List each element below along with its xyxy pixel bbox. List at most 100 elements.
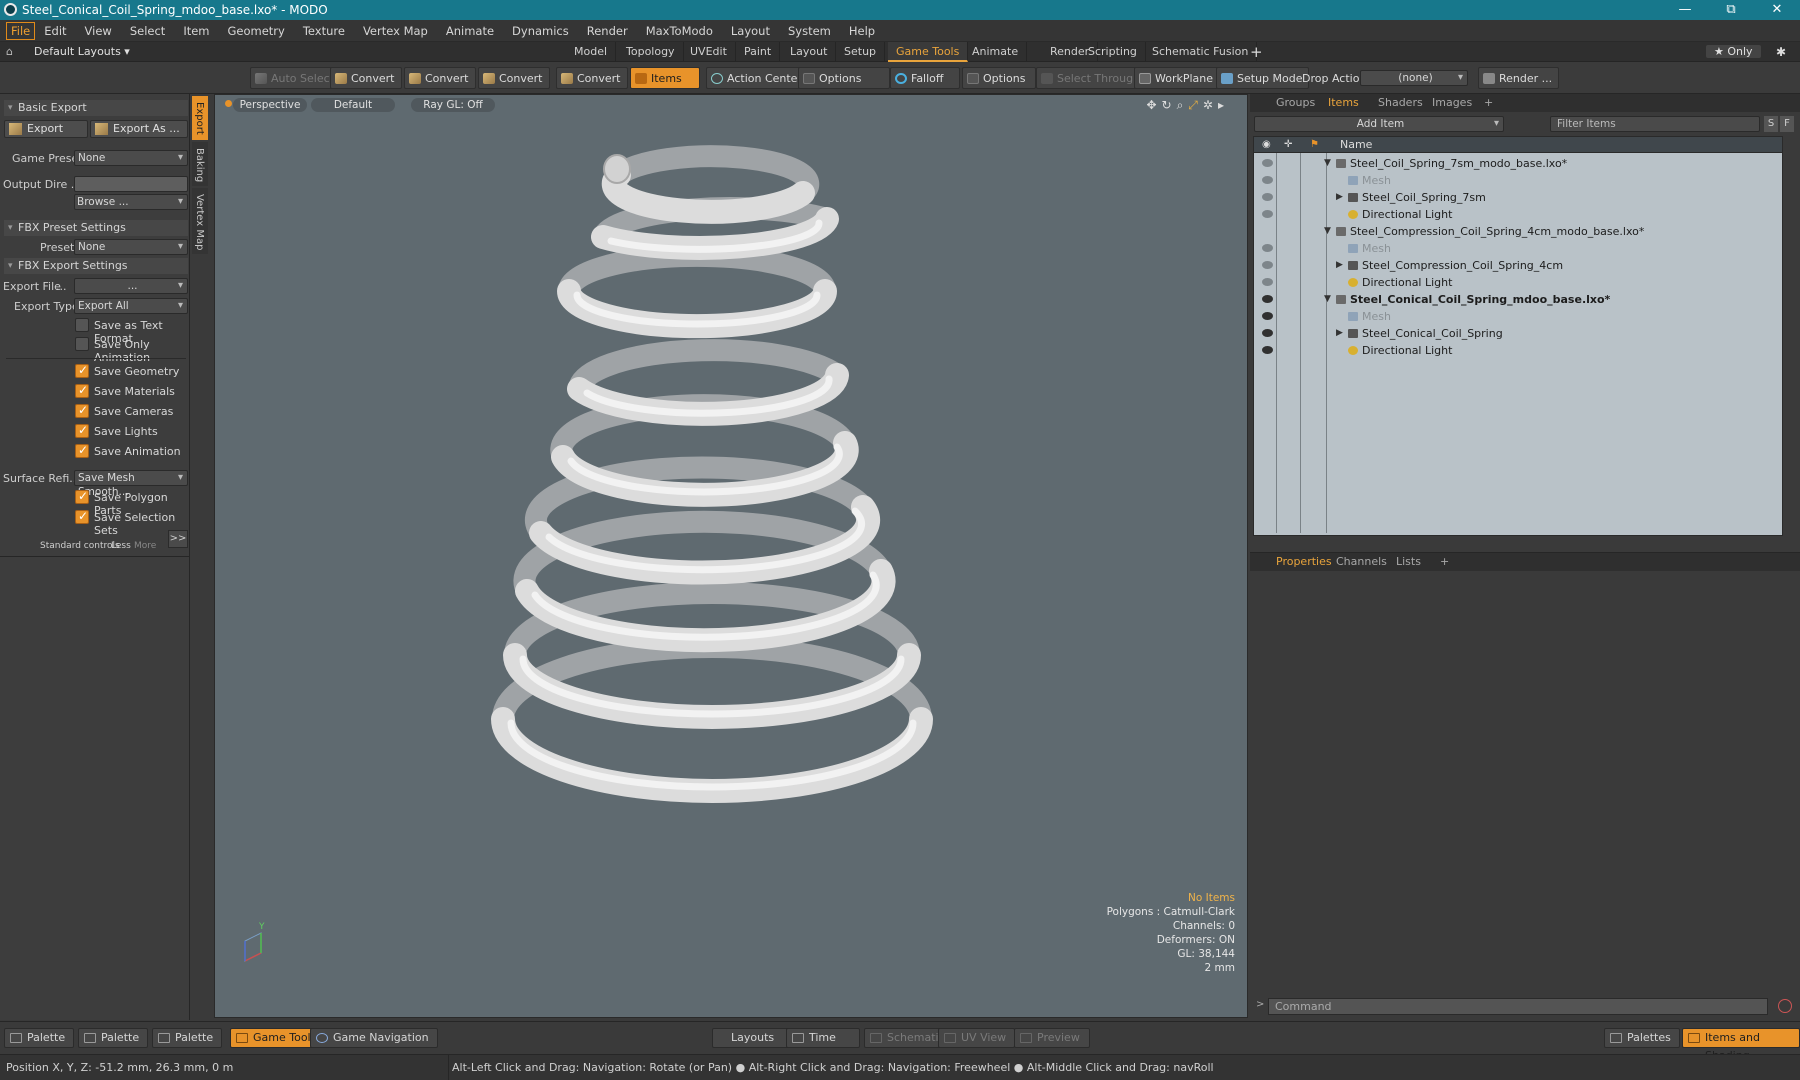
item-row[interactable]: ▼ Steel_Conical_Coil_Spring_mdoo_base.lxo… — [1254, 291, 1782, 308]
browse-button[interactable]: Browse ... — [74, 194, 188, 210]
menu-dynamics[interactable]: Dynamics — [503, 20, 578, 42]
output-directory-field[interactable] — [74, 176, 188, 192]
filter-items-input[interactable]: Filter Items — [1550, 116, 1760, 132]
tab-scripting[interactable]: Scripting — [1080, 42, 1146, 62]
visibility-eye-icon[interactable] — [1262, 244, 1273, 252]
save-materials-checkbox[interactable] — [75, 383, 89, 398]
item-row[interactable]: Directional Light — [1254, 274, 1782, 291]
falloff-options-button[interactable]: Options — [962, 67, 1036, 89]
tab-model[interactable]: Model — [566, 42, 617, 62]
filter-f-button[interactable]: F — [1780, 116, 1794, 132]
maximize-button[interactable]: ⧉ — [1708, 0, 1754, 20]
tab-items[interactable]: Items — [1322, 94, 1365, 112]
more-link[interactable]: More — [134, 541, 156, 551]
visibility-eye-icon[interactable] — [1262, 295, 1273, 303]
fbx-preset-settings-header[interactable]: FBX Preset Settings — [4, 220, 188, 236]
item-row[interactable]: Mesh — [1254, 240, 1782, 257]
uv-view-button[interactable]: UV View — [938, 1028, 1016, 1048]
tab-groups[interactable]: Groups — [1270, 94, 1321, 112]
tab-game-tools[interactable]: Game Tools — [888, 42, 969, 62]
palette-button-2[interactable]: Palette — [78, 1028, 149, 1048]
visibility-eye-icon[interactable] — [1262, 261, 1273, 269]
tab-shaders[interactable]: Shaders — [1372, 94, 1429, 112]
game-preset-dropdown[interactable]: None — [74, 150, 188, 166]
preview-button[interactable]: Preview — [1014, 1028, 1090, 1048]
export-button[interactable]: Export — [4, 120, 88, 138]
surface-refinement-dropdown[interactable]: Save Mesh Smooth... — [74, 470, 188, 498]
drop-action-dropdown[interactable]: (none) — [1360, 70, 1468, 86]
tab-channels[interactable]: Channels — [1330, 553, 1393, 571]
tab-layout[interactable]: Layout — [782, 42, 837, 62]
add-item-dropdown[interactable]: Add Item — [1254, 116, 1504, 132]
menu-view[interactable]: View — [76, 20, 121, 42]
save-as-text-format-checkbox[interactable] — [75, 318, 89, 332]
time-button[interactable]: Time — [786, 1028, 860, 1048]
layouts-button[interactable]: Layouts — [712, 1028, 794, 1048]
convert-materials-button[interactable]: Convert — [556, 67, 628, 89]
tab-topology[interactable]: Topology — [618, 42, 684, 62]
tab-animate[interactable]: Animate — [964, 42, 1028, 62]
minimize-button[interactable]: — — [1662, 0, 1708, 20]
items-and-shading-button[interactable]: Items and Shading — [1682, 1028, 1800, 1062]
auto-select-button[interactable]: Auto Select — [250, 67, 341, 89]
convert-polygons-button[interactable]: Convert — [478, 67, 550, 89]
item-row[interactable]: ▶ Steel_Coil_Spring_7sm — [1254, 189, 1782, 206]
tab-uvedit[interactable]: UVEdit — [682, 42, 736, 62]
visibility-eye-icon[interactable] — [1262, 312, 1273, 320]
menu-edit[interactable]: Edit — [35, 20, 75, 42]
default-layouts-dropdown[interactable]: Default Layouts ▾ — [34, 45, 130, 58]
side-tab-vertex-map[interactable]: Vertex Map — [192, 188, 208, 254]
menu-system[interactable]: System — [779, 20, 840, 42]
home-icon[interactable]: ⌂ — [6, 45, 13, 58]
side-tab-export[interactable]: Export — [192, 96, 208, 140]
items-mode-button[interactable]: Items — [630, 67, 700, 89]
setup-mode-button[interactable]: Setup Mode — [1216, 67, 1310, 89]
fbx-export-settings-header[interactable]: FBX Export Settings — [4, 258, 188, 274]
tab-images[interactable]: Images — [1426, 94, 1478, 112]
select-through-button[interactable]: Select Through — [1036, 67, 1148, 89]
save-selection-sets-checkbox[interactable] — [75, 509, 89, 524]
tab-properties[interactable]: Properties — [1270, 553, 1338, 571]
palette-button-1[interactable]: Palette — [4, 1028, 75, 1048]
only-toggle[interactable]: ★ Only — [1706, 45, 1761, 58]
command-input[interactable]: Command — [1268, 998, 1768, 1015]
save-geometry-checkbox[interactable] — [75, 363, 89, 378]
game-navigation-button[interactable]: Game Navigation — [310, 1028, 438, 1048]
menu-select[interactable]: Select — [121, 20, 174, 42]
record-macro-icon[interactable] — [1778, 999, 1792, 1013]
tab-schematic-fusion[interactable]: Schematic Fusion — [1144, 42, 1258, 62]
item-row[interactable]: Directional Light — [1254, 342, 1782, 359]
convert-vertices-button[interactable]: Convert — [330, 67, 402, 89]
menu-help[interactable]: Help — [840, 20, 884, 42]
item-row[interactable]: Directional Light — [1254, 206, 1782, 223]
visibility-eye-icon[interactable] — [1262, 193, 1273, 201]
visibility-eye-icon[interactable] — [1262, 210, 1273, 218]
filter-s-button[interactable]: S — [1764, 116, 1778, 132]
add-properties-tab-button[interactable]: + — [1434, 553, 1455, 571]
save-cameras-checkbox[interactable] — [75, 403, 89, 418]
menu-layout[interactable]: Layout — [722, 20, 779, 42]
visibility-eye-icon[interactable] — [1262, 278, 1273, 286]
basic-export-header[interactable]: Basic Export — [4, 100, 188, 116]
item-row[interactable]: ▶ Steel_Conical_Coil_Spring — [1254, 325, 1782, 342]
3d-viewport[interactable]: Perspective Default Ray GL: Off ✥↻⌕⤢✲▸ Y… — [214, 94, 1248, 1018]
export-file-dropdown[interactable]: ... — [74, 278, 188, 294]
expand-arrow-icon[interactable]: ▼ — [1324, 223, 1331, 240]
visibility-eye-icon[interactable] — [1262, 159, 1273, 167]
menu-animate[interactable]: Animate — [437, 20, 503, 42]
expand-arrow-icon[interactable]: ▼ — [1324, 155, 1331, 172]
close-button[interactable]: ✕ — [1754, 0, 1800, 20]
palettes-button[interactable]: Palettes — [1604, 1028, 1680, 1048]
save-lights-checkbox[interactable] — [75, 423, 89, 438]
menu-item[interactable]: Item — [174, 20, 218, 42]
expand-controls-button[interactable]: >> — [168, 530, 188, 548]
item-row[interactable]: Mesh — [1254, 308, 1782, 325]
render-button[interactable]: Render ... — [1478, 67, 1560, 89]
less-link[interactable]: Less — [111, 541, 131, 551]
save-animation-checkbox[interactable] — [75, 443, 89, 458]
add-panel-tab-button[interactable]: + — [1478, 94, 1499, 112]
add-tab-button[interactable]: + — [1250, 43, 1263, 61]
side-tab-baking[interactable]: Baking — [192, 142, 208, 186]
workplane-button[interactable]: WorkPlane — [1134, 67, 1221, 89]
gear-icon[interactable]: ✱ — [1776, 45, 1786, 59]
